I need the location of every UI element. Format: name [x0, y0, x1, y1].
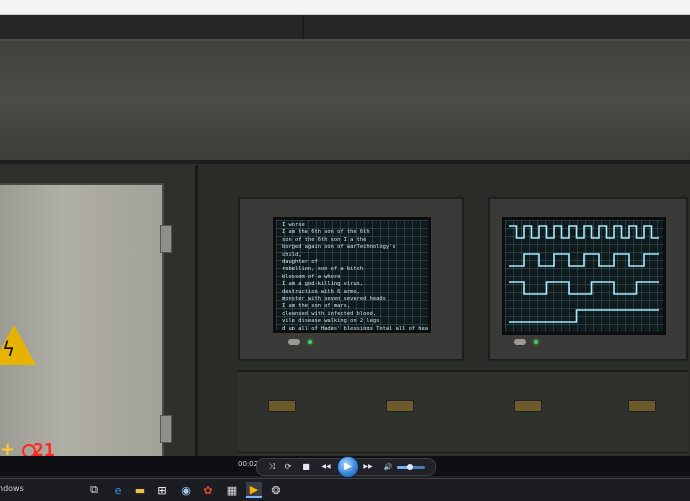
app-icon[interactable]: ✿ — [200, 482, 216, 498]
label-plate — [514, 400, 542, 412]
browser-top-strip — [0, 0, 690, 15]
lower-control-panel — [238, 370, 688, 456]
media-player-icon[interactable]: ▶ — [246, 482, 262, 498]
terminal-line: d up all of Hades' blessings Total all o… — [282, 325, 431, 332]
screen-knob — [514, 339, 526, 345]
play-button[interactable]: ▶ — [337, 456, 359, 478]
terminal-line: borged again son of warTechnology's — [282, 244, 396, 251]
screen-knob — [288, 339, 300, 345]
waveform-slow-clock — [509, 253, 659, 267]
terminal-screen: I worse I am the 6th son of the 6th son of… — [273, 217, 431, 333]
waveform-signal-3 — [509, 281, 659, 295]
terminal-line: monster with seven severed heads — [282, 296, 386, 303]
shuffle-icon: ⤨ — [268, 462, 276, 471]
terminal-line: child, — [282, 251, 302, 258]
terminal-line: son of the 6th son I a the — [282, 236, 367, 243]
stop-icon: ■ — [302, 462, 310, 471]
calculator-icon[interactable]: ▦ — [224, 482, 240, 498]
repeat-button[interactable]: ⟳ — [281, 461, 295, 473]
hud-ammo-count: 21 — [33, 440, 55, 456]
label-plate — [386, 400, 414, 412]
terminal-line: I am a god-killing virus, — [282, 281, 364, 288]
waveform-plot — [509, 225, 659, 323]
cabinet-hinge — [160, 415, 172, 443]
previous-icon: ◀◀ — [321, 463, 331, 470]
terminal-line: destruction with 6 arms, — [282, 288, 360, 295]
label-plate — [268, 400, 296, 412]
media-player-controls: 00:02 ⤨ ⟳ ■ ◀◀ ▶ ▶▶ 🔊 — [0, 456, 690, 478]
terminal-line: I worse — [282, 222, 305, 228]
terminal-line: I am the son of mars, — [282, 303, 351, 310]
speaker-icon: 🔊 — [383, 463, 393, 471]
app-icon-2[interactable]: ❂ — [268, 482, 284, 498]
electrical-cabinet-door — [0, 183, 164, 456]
mute-button[interactable]: 🔊 — [381, 461, 395, 473]
terminal-line: rebellion, son of a bitch — [282, 266, 364, 273]
control-bar: ⤨ ⟳ ■ ◀◀ ▶ ▶▶ 🔊 — [256, 456, 436, 478]
ceiling-seam — [302, 15, 304, 39]
power-led — [308, 340, 312, 344]
taskbar-search[interactable]: ndows — [0, 484, 24, 493]
monitor-console: I worse I am the 6th son of the 6th son of… — [195, 165, 690, 456]
hud-health-plus: + — [0, 439, 16, 456]
terminal-bay: I worse I am the 6th son of the 6th son of… — [238, 197, 464, 361]
label-plate — [628, 400, 656, 412]
oscilloscope-bay — [488, 197, 688, 361]
terminal-text: I worse I am the 6th son of the 6th son of… — [282, 222, 431, 332]
wall-band — [0, 41, 690, 161]
panel-divider — [238, 452, 688, 453]
terminal-line: vile disease walking on 2 legs — [282, 318, 380, 325]
waveform-signal-4 — [509, 309, 659, 323]
stop-button[interactable]: ■ — [299, 461, 313, 473]
cabinet-hinge — [160, 225, 172, 253]
repeat-icon: ⟳ — [284, 462, 292, 471]
play-icon: ▶ — [344, 461, 352, 472]
game-scene: ϟ I worse I am the 6th son of the 6th son … — [0, 15, 690, 456]
task-view-icon[interactable]: ⧉ — [86, 482, 102, 498]
edge-icon[interactable]: e — [110, 482, 126, 498]
lightning-icon: ϟ — [2, 337, 16, 361]
terminal-line: blossom of a whore — [282, 273, 341, 280]
windows-taskbar: ndows ⧉ e ▬ ⊞ ◉ ✿ ▦ ▶ ❂ — [0, 478, 690, 501]
previous-button[interactable]: ◀◀ — [319, 461, 333, 473]
file-explorer-icon[interactable]: ▬ — [132, 482, 148, 498]
ceiling-strip — [0, 15, 690, 41]
terminal-line: I am the 6th son of the 6th — [282, 229, 370, 236]
terminal-line: cleansed with infected blood, — [282, 310, 377, 317]
volume-slider[interactable] — [397, 464, 425, 470]
store-icon[interactable]: ⊞ — [154, 482, 170, 498]
steam-icon[interactable]: ◉ — [178, 482, 194, 498]
oscilloscope-screen — [502, 217, 666, 335]
shuffle-button[interactable]: ⤨ — [265, 461, 279, 473]
volume-thumb[interactable] — [406, 464, 413, 470]
next-icon: ▶▶ — [363, 463, 373, 470]
next-button[interactable]: ▶▶ — [361, 461, 375, 473]
power-led — [534, 340, 538, 344]
waveform-fast-clock — [509, 225, 659, 239]
terminal-line: daughter of — [282, 259, 318, 266]
